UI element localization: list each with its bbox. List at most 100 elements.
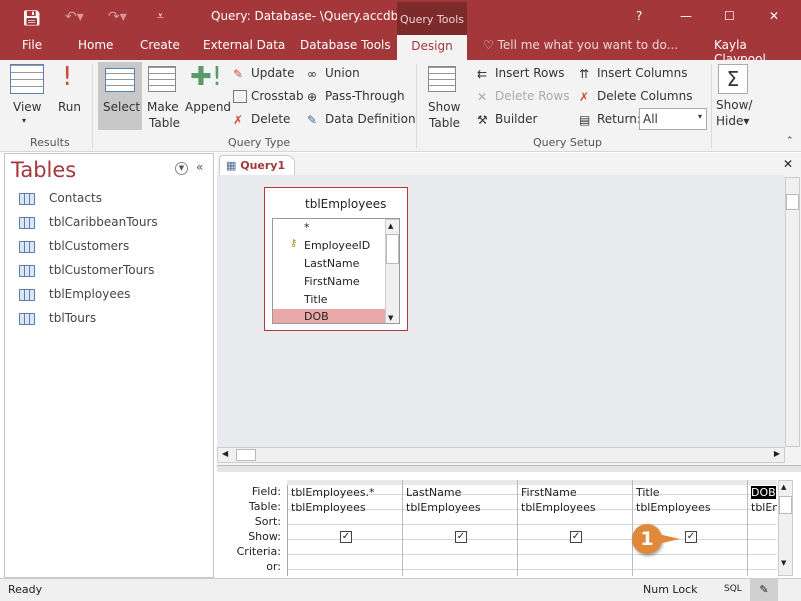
grid-field-cell[interactable]: FirstName [521,486,577,499]
delete-rows-button[interactable]: ✕ Delete Rows [477,89,570,104]
design-grid: Field: Table: Sort: Show: Criteria: or: … [217,472,801,578]
collapse-ribbon-icon[interactable]: ⌃ [786,136,794,146]
table-icon [19,192,35,205]
field-item[interactable]: FirstName [304,275,360,288]
view-button[interactable]: View [13,100,41,114]
insert-columns-button[interactable]: ⇈ Insert Columns [579,66,688,81]
append-button[interactable]: Append [185,100,231,114]
group-query-type: Query Type [228,136,291,149]
design-view-icon[interactable]: ✎ [750,579,778,601]
maximize-button[interactable]: ☐ [724,9,735,23]
field-list-scrollbar[interactable]: ▲ ▼ [385,219,399,323]
save-icon[interactable]: 💾︎ [22,9,41,27]
field-list: * ⚷ EmployeeID LastName FirstName Title … [272,218,400,324]
customize-qat-icon[interactable]: ⩡ [157,9,164,24]
grid-table-cell[interactable]: tblEm [751,501,777,514]
show-checkbox[interactable]: ✓ [685,531,697,543]
show-hide-button[interactable]: Show/ [716,98,752,112]
delete-button[interactable]: ✗ Delete [233,112,290,127]
tab-create[interactable]: Create [140,38,180,52]
grid-field-cell[interactable]: tblEmployees.* [291,486,375,499]
nav-item-label: tblCaribbeanTours [49,215,158,229]
builder-button[interactable]: ⚒ Builder [477,112,538,127]
close-button[interactable]: ✕ [769,9,779,23]
row-label-show: Show: [248,530,281,543]
make-table-button[interactable]: Make [147,100,179,114]
show-checkbox[interactable]: ✓ [570,531,582,543]
insert-columns-label: Insert Columns [597,66,688,80]
field-item[interactable]: * [304,221,310,234]
select-icon [105,68,135,92]
union-button[interactable]: ∞ Union [307,66,360,81]
redo-icon[interactable]: ↷▾ [108,9,127,25]
field-list-tblemployees[interactable]: tblEmployees * ⚷ EmployeeID LastName Fir… [264,187,408,331]
field-item-selected[interactable]: DOB [273,309,385,323]
update-icon: ✎ [233,67,244,81]
nav-item[interactable]: tblTours [19,311,96,325]
pass-through-button[interactable]: ⊕ Pass-Through [307,89,405,104]
data-definition-button[interactable]: ✎ Data Definition [307,112,416,127]
chevron-down-icon[interactable]: ▾ [22,116,26,125]
nav-item[interactable]: tblCaribbeanTours [19,215,158,229]
nav-item-label: tblTours [49,311,97,325]
minimize-button[interactable]: — [680,9,692,23]
tab-file[interactable]: File [22,38,42,52]
return-value: All [643,112,658,126]
pane-splitter[interactable] [217,465,801,472]
select-button[interactable]: Select [98,62,142,130]
crosstab-button[interactable]: Crosstab [233,89,304,103]
make-table-label: Table [149,116,181,130]
grid-vertical-scrollbar[interactable]: ▲ ▼ [778,480,793,576]
nav-item[interactable]: tblEmployees [19,287,130,301]
show-table-button[interactable]: Show [428,100,460,114]
delete-rows-icon: ✕ [477,90,488,104]
row-label-sort: Sort: [254,515,281,528]
close-query-button[interactable]: ✕ [783,157,793,171]
callout-pointer [658,534,680,544]
return-label: ▤ Return: [579,112,641,127]
collapse-pane-icon[interactable]: « [196,160,203,174]
sql-view-button[interactable]: SQL [724,584,742,594]
help-button[interactable]: ? [636,9,642,23]
table-icon [19,240,35,253]
row-label-criteria: Criteria: [236,545,281,558]
field-item[interactable]: EmployeeID [304,239,370,252]
grid-field-cell[interactable]: Title [636,486,660,499]
grid-field-cell[interactable]: LastName [406,486,461,499]
tab-home[interactable]: Home [78,38,113,52]
nav-item[interactable]: tblCustomerTours [19,263,154,277]
tell-me-search[interactable]: ♡ Tell me what you want to do... [483,38,678,52]
make-table-icon [148,66,176,92]
grid-table-cell[interactable]: tblEmployees [636,501,711,514]
select-label: Select [103,100,141,114]
tab-external-data[interactable]: External Data [203,38,285,52]
tab-query1[interactable]: ▦ Query1 [219,155,295,176]
field-item[interactable]: Title [304,293,328,306]
field-item[interactable]: LastName [304,257,359,270]
nav-item[interactable]: Contacts [19,191,102,205]
grid-table-cell[interactable]: tblEmployees [406,501,481,514]
show-checkbox[interactable]: ✓ [340,531,352,543]
grid-table-cell[interactable]: tblEmployees [521,501,596,514]
update-button[interactable]: ✎ Update [233,66,294,81]
run-button[interactable]: Run [58,100,81,114]
nav-menu-icon[interactable]: ▼ [175,162,188,175]
insert-rows-icon: ⇇ [477,67,488,81]
nav-item[interactable]: tblCustomers [19,239,129,253]
delete-rows-label: Delete Rows [495,89,570,103]
horizontal-scrollbar[interactable]: ◀ ▶ [217,447,785,463]
insert-rows-button[interactable]: ⇇ Insert Rows [477,66,564,81]
tab-database-tools[interactable]: Database Tools [300,38,391,52]
tab-design[interactable]: Design [397,35,467,61]
delete-columns-button[interactable]: ✗ Delete Columns [579,89,693,104]
view-icon [10,64,44,94]
delete-columns-label: Delete Columns [597,89,693,103]
table-icon [19,288,35,301]
grid-field-cell-selected[interactable]: DOB [751,486,776,499]
return-select[interactable]: All ▾ [639,108,707,130]
grid-table-cell[interactable]: tblEmployees [291,501,366,514]
show-checkbox[interactable]: ✓ [455,531,467,543]
vertical-scrollbar[interactable] [785,177,800,447]
undo-icon[interactable]: ↶▾ [65,9,84,25]
builder-label: Builder [495,112,538,126]
